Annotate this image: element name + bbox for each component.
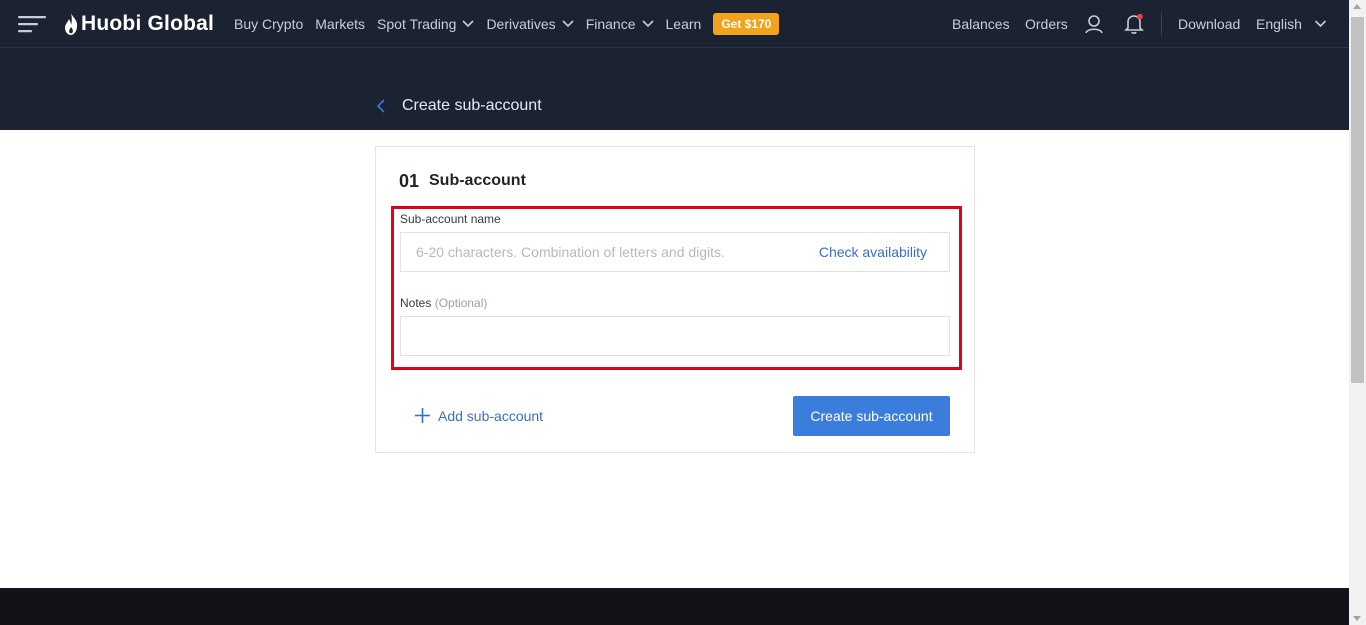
page-scrollbar[interactable] [1349,0,1366,625]
nav-buy-crypto[interactable]: Buy Crypto [234,16,303,32]
huobi-logo[interactable]: Huobi Global [64,11,214,37]
check-availability-link[interactable]: Check availability [819,244,927,260]
scroll-down-arrow-icon[interactable] [1353,616,1361,621]
nav-divider [1161,13,1162,35]
back-arrow-icon[interactable] [374,98,388,114]
add-sub-account-link[interactable]: Add sub-account [438,408,543,424]
bell-icon[interactable] [1124,13,1144,35]
chevron-down-icon [641,20,654,28]
plus-icon[interactable] [415,408,430,423]
chevron-down-icon [462,20,475,28]
user-icon[interactable] [1084,14,1104,34]
page-header-band [0,48,1349,130]
page-title: Create sub-account [402,97,542,114]
nav-spot-trading[interactable]: Spot Trading [377,16,475,32]
flame-logo-icon [65,13,78,35]
notes-optional-hint: (Optional) [434,296,488,310]
nav-markets[interactable]: Markets [315,16,365,32]
sub-account-name-field: Check availability [400,232,950,272]
nav-learn[interactable]: Learn [666,16,702,32]
menu-icon[interactable] [18,15,46,33]
notes-field [400,316,950,356]
nav-language[interactable]: English [1256,16,1302,32]
chevron-down-icon[interactable] [1314,20,1327,28]
nav-download[interactable]: Download [1178,16,1240,32]
notes-input[interactable] [401,317,949,355]
logo-text: Huobi Global [81,12,215,35]
sub-account-name-label: Sub-account name [400,212,501,226]
step-title: Sub-account [429,172,526,189]
step-number: 01 [399,171,420,191]
chevron-down-icon [562,20,574,28]
nav-balances[interactable]: Balances [952,16,1010,32]
top-nav: Huobi Global Buy Crypto Markets Spot Tra… [0,0,1349,48]
footer [0,588,1349,625]
scroll-thumb[interactable] [1351,17,1364,383]
nav-orders[interactable]: Orders [1025,16,1068,32]
nav-derivatives[interactable]: Derivatives [486,16,574,32]
notification-dot [1137,13,1143,20]
nav-finance[interactable]: Finance [586,16,654,32]
notes-label: Notes (Optional) [400,296,488,310]
promo-badge[interactable]: Get $170 [713,13,780,35]
nav-links: Buy Crypto Markets Spot Trading Derivati… [234,0,780,48]
create-sub-account-button[interactable]: Create sub-account [793,396,950,436]
scroll-up-arrow-icon[interactable] [1353,4,1361,9]
